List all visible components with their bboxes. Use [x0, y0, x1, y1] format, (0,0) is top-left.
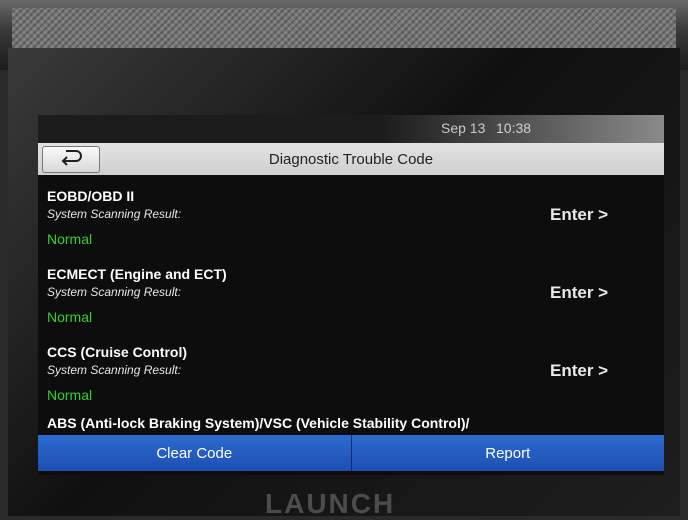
clear-code-button[interactable]: Clear Code	[38, 435, 351, 471]
system-name: ECMECT (Engine and ECT)	[47, 266, 227, 282]
enter-button[interactable]: Enter >	[550, 205, 608, 225]
scan-result-status: Normal	[47, 309, 93, 325]
list-item[interactable]: EOBD/OBD II System Scanning Result: Norm…	[38, 175, 664, 253]
page-title: Diagnostic Trouble Code	[268, 150, 434, 168]
list-item[interactable]: ABS (Anti-lock Braking System)/VSC (Vehi…	[38, 409, 664, 431]
status-date: Sep 13	[441, 120, 486, 136]
system-name: CCS (Cruise Control)	[47, 344, 187, 360]
status-time: 10:38	[496, 120, 532, 136]
scan-result-label: System Scanning Result:	[47, 207, 182, 221]
title-bar: Diagnostic Trouble Code	[38, 143, 664, 175]
back-arrow-icon	[58, 148, 84, 171]
back-button[interactable]	[42, 146, 100, 173]
list-item[interactable]: CCS (Cruise Control) System Scanning Res…	[38, 331, 664, 409]
device-grip-texture	[12, 8, 676, 50]
device-brand-logo: LAUNCH	[265, 488, 396, 519]
system-name: ABS (Anti-lock Braking System)/VSC (Vehi…	[47, 415, 470, 431]
status-bar: Sep 13 10:38	[38, 115, 664, 143]
list-item[interactable]: ECMECT (Engine and ECT) System Scanning …	[38, 253, 664, 331]
enter-button[interactable]: Enter >	[550, 361, 608, 381]
system-name: EOBD/OBD II	[47, 188, 135, 204]
enter-button[interactable]: Enter >	[550, 283, 608, 303]
scan-result-status: Normal	[47, 231, 93, 247]
action-bar: Clear Code Report	[38, 435, 664, 471]
scan-result-label: System Scanning Result:	[47, 285, 182, 299]
scan-result-status: Normal	[47, 387, 93, 403]
report-button[interactable]: Report	[350, 435, 664, 471]
app-screen: Sep 13 10:38 Diagnostic Trouble Code EOB…	[38, 115, 664, 475]
scan-result-label: System Scanning Result:	[47, 363, 182, 377]
system-list: EOBD/OBD II System Scanning Result: Norm…	[38, 175, 664, 431]
